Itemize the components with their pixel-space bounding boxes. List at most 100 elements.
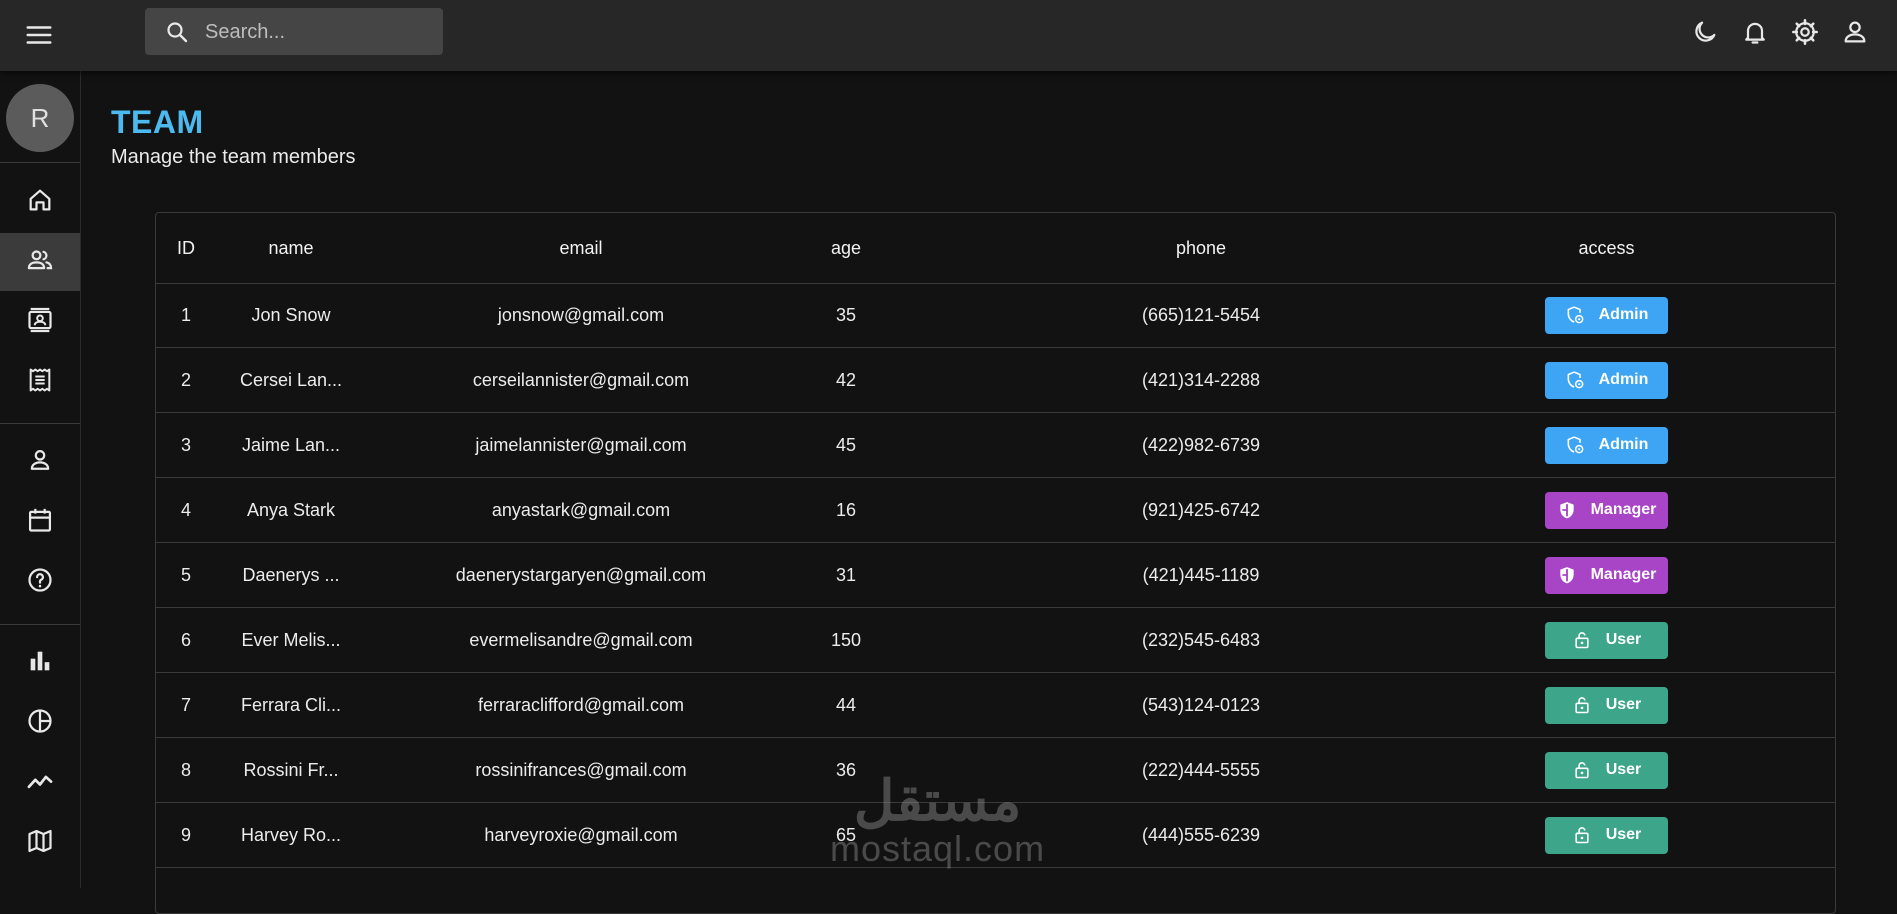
cell-name[interactable]: Daenerys ... — [216, 543, 366, 607]
cell-name[interactable]: Ever Melis... — [216, 608, 366, 672]
cell-id[interactable]: 9 — [156, 803, 216, 867]
cell-name[interactable]: Ferrara Cli... — [216, 673, 366, 737]
column-header-id[interactable]: ID — [156, 213, 216, 283]
cell-access[interactable]: Admin — [1545, 413, 1668, 477]
column-header-access[interactable]: access — [1545, 213, 1668, 283]
column-header-phone[interactable]: phone — [1096, 213, 1306, 283]
cell-access[interactable]: User — [1545, 673, 1668, 737]
cell-phone[interactable]: (222)444-5555 — [1096, 738, 1306, 802]
cell-access[interactable]: Manager — [1545, 543, 1668, 607]
cell-phone[interactable]: (543)124-0123 — [1096, 673, 1306, 737]
cell-email[interactable]: jaimelannister@gmail.com — [446, 413, 716, 477]
avatar[interactable]: R — [6, 84, 74, 152]
cell-name[interactable]: Rossini Fr... — [216, 738, 366, 802]
cell-email[interactable]: harveyroxie@gmail.com — [446, 803, 716, 867]
sidebar-item-home[interactable] — [0, 173, 80, 231]
cell-id[interactable]: 5 — [156, 543, 216, 607]
cell-name[interactable]: Anya Stark — [216, 478, 366, 542]
cell-access[interactable]: User — [1545, 803, 1668, 867]
cell-email[interactable]: rossinifrances@gmail.com — [446, 738, 716, 802]
table-row[interactable]: 8 Rossini Fr... rossinifrances@gmail.com 36… — [156, 738, 1835, 803]
cell-age[interactable]: 16 — [816, 478, 876, 542]
table-row[interactable]: 5 Daenerys ... daenerystargaryen@gmail.com… — [156, 543, 1835, 608]
home-icon — [26, 186, 54, 219]
page-title: TEAM — [111, 104, 204, 140]
cell-name[interactable]: Cersei Lan... — [216, 348, 366, 412]
cell-email[interactable]: evermelisandre@gmail.com — [446, 608, 716, 672]
cell-email[interactable]: cerseilannister@gmail.com — [446, 348, 716, 412]
cell-id[interactable]: 4 — [156, 478, 216, 542]
top-bar — [0, 0, 1897, 71]
cell-access[interactable]: User — [1545, 738, 1668, 802]
dark-mode-icon[interactable] — [1691, 18, 1719, 46]
profile-icon[interactable] — [1841, 18, 1869, 46]
cell-id[interactable]: 2 — [156, 348, 216, 412]
cell-access[interactable]: Admin — [1545, 348, 1668, 412]
cell-email[interactable]: ferraraclifford@gmail.com — [446, 673, 716, 737]
table-row[interactable]: 9 Harvey Ro... harveyroxie@gmail.com 65 (444… — [156, 803, 1835, 868]
cell-access[interactable]: User — [1545, 608, 1668, 672]
cell-age[interactable]: 36 — [816, 738, 876, 802]
column-header-email[interactable]: email — [446, 213, 716, 283]
column-header-name[interactable]: name — [216, 213, 366, 283]
line-chart-icon — [26, 767, 54, 800]
sidebar-item-pie-chart[interactable] — [0, 694, 80, 752]
sidebar-item-profile-form[interactable] — [0, 433, 80, 491]
cell-id[interactable]: 8 — [156, 738, 216, 802]
cell-age[interactable]: 31 — [816, 543, 876, 607]
notifications-icon[interactable] — [1741, 18, 1769, 46]
cell-age[interactable]: 44 — [816, 673, 876, 737]
cell-id[interactable]: 3 — [156, 413, 216, 477]
column-header-age[interactable]: age — [816, 213, 876, 283]
cell-phone[interactable]: (921)425-6742 — [1096, 478, 1306, 542]
security-icon — [1557, 565, 1577, 585]
cell-name[interactable]: Jon Snow — [216, 283, 366, 347]
cell-id[interactable]: 7 — [156, 673, 216, 737]
cell-phone[interactable]: (421)314-2288 — [1096, 348, 1306, 412]
sidebar-item-bar-chart[interactable] — [0, 634, 80, 692]
table-row[interactable]: 4 Anya Stark anyastark@gmail.com 16 (921)425… — [156, 478, 1835, 543]
sidebar-item-calendar[interactable] — [0, 493, 80, 551]
cell-email[interactable]: daenerystargaryen@gmail.com — [446, 543, 716, 607]
sidebar-item-contacts[interactable] — [0, 293, 80, 351]
search-box[interactable] — [145, 8, 443, 57]
cell-email[interactable]: anyastark@gmail.com — [446, 478, 716, 542]
access-label: Admin — [1598, 306, 1649, 323]
cell-age[interactable]: 150 — [816, 608, 876, 672]
sidebar-item-faq[interactable] — [0, 553, 80, 611]
cell-age[interactable]: 42 — [816, 348, 876, 412]
cell-name[interactable]: Harvey Ro... — [216, 803, 366, 867]
access-badge: Admin — [1545, 296, 1668, 334]
cell-access[interactable]: Manager — [1545, 478, 1668, 542]
settings-icon[interactable] — [1791, 18, 1819, 46]
cell-access[interactable]: Admin — [1545, 283, 1668, 347]
search-icon[interactable] — [165, 20, 189, 44]
sidebar-item-team[interactable] — [0, 233, 80, 291]
search-input[interactable] — [203, 8, 437, 57]
table-row[interactable]: 2 Cersei Lan... cerseilannister@gmail.com 4… — [156, 348, 1835, 413]
access-label: User — [1605, 631, 1642, 648]
menu-icon[interactable] — [24, 20, 54, 50]
cell-age[interactable]: 45 — [816, 413, 876, 477]
cell-id[interactable]: 1 — [156, 283, 216, 347]
cell-id[interactable]: 6 — [156, 608, 216, 672]
cell-age[interactable]: 65 — [816, 803, 876, 867]
help-icon — [26, 566, 54, 599]
cell-phone[interactable]: (421)445-1189 — [1096, 543, 1306, 607]
table-row[interactable]: 6 Ever Melis... evermelisandre@gmail.com 15… — [156, 608, 1835, 673]
cell-age[interactable]: 35 — [816, 283, 876, 347]
sidebar-item-geography[interactable] — [0, 814, 80, 872]
admin-icon — [1565, 370, 1585, 390]
cell-phone[interactable]: (665)121-5454 — [1096, 283, 1306, 347]
cell-phone[interactable]: (422)982-6739 — [1096, 413, 1306, 477]
sidebar-item-invoices[interactable] — [0, 353, 80, 411]
table-row[interactable]: 7 Ferrara Cli... ferraraclifford@gmail.com… — [156, 673, 1835, 738]
access-badge: Manager — [1545, 491, 1668, 529]
cell-email[interactable]: jonsnow@gmail.com — [446, 283, 716, 347]
cell-phone[interactable]: (444)555-6239 — [1096, 803, 1306, 867]
table-row[interactable]: 1 Jon Snow jonsnow@gmail.com 35 (665)121-545… — [156, 283, 1835, 348]
cell-phone[interactable]: (232)545-6483 — [1096, 608, 1306, 672]
sidebar-item-line-chart[interactable] — [0, 754, 80, 812]
table-row[interactable]: 3 Jaime Lan... jaimelannister@gmail.com 45 (… — [156, 413, 1835, 478]
cell-name[interactable]: Jaime Lan... — [216, 413, 366, 477]
